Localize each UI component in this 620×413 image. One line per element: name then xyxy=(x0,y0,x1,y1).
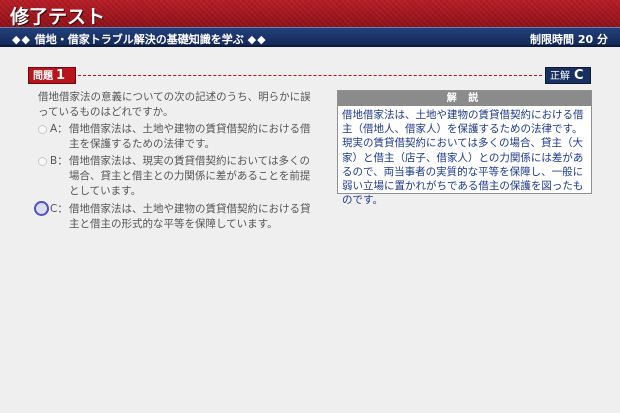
course-name: 借地・借家トラブル解決の基礎知識を学ぶ xyxy=(34,33,244,46)
app-title: 修了テスト xyxy=(10,2,105,29)
answer-value: C xyxy=(574,68,584,83)
choice-b[interactable]: B： 借地借家法は、現実の賃貸借契約においては多くの場合、貸主と借主との力関係に… xyxy=(38,154,320,199)
question-number: 1 xyxy=(56,68,66,83)
diamond-icon-right: ◆◆ xyxy=(247,33,267,46)
choice-text: 借地借家法は、現実の賃貸借契約においては多くの場合、貸主と借主との力関係に差があ… xyxy=(69,155,311,197)
course-bar: ◆◆ 借地・借家トラブル解決の基礎知識を学ぶ ◆◆ 制限時間 20 分 xyxy=(0,27,620,47)
choice-text: 借地借家法は、土地や建物の賃貸借契約における貸主と借主の形式的な平等を保障してい… xyxy=(69,203,311,230)
question-badge: 問題 1 xyxy=(28,67,76,84)
choice-text: 借地借家法は、土地や建物の賃貸借契約における借主を保護するための法律です。 xyxy=(69,123,311,150)
choice-c[interactable]: C： 借地借家法は、土地や建物の賃貸借契約における貸主と借主の形式的な平等を保障… xyxy=(34,201,320,232)
choice-letter: B： xyxy=(50,155,68,167)
title-prefix: 修了 xyxy=(10,6,49,28)
choice-letter: A： xyxy=(50,123,68,135)
answer-badge: 正解 C xyxy=(545,67,591,84)
question-divider xyxy=(78,75,542,76)
title-suffix: テスト xyxy=(48,6,106,28)
answer-label: 正解 xyxy=(550,71,570,82)
explanation-text: 借地借家法は、土地や建物の賃貸借契約における借主（借地人、借家人）を保護するため… xyxy=(342,109,584,207)
explanation-heading: 解 説 xyxy=(338,91,591,106)
title-bar: 修了テスト xyxy=(0,0,620,29)
course-title: ◆◆ 借地・借家トラブル解決の基礎知識を学ぶ ◆◆ xyxy=(12,31,267,47)
radio-c-selected[interactable] xyxy=(34,201,49,216)
time-limit: 制限時間 20 分 xyxy=(530,33,608,46)
question-text: 借地借家法の意義についての次の記述のうち、明らかに誤っているものはどれですか。 xyxy=(38,91,311,118)
radio-a[interactable] xyxy=(38,125,47,134)
diamond-icon-left: ◆◆ xyxy=(12,33,31,46)
question-label: 問題 xyxy=(33,71,53,82)
choice-letter: C： xyxy=(50,203,68,215)
explanation-panel: 解 説 借地借家法は、土地や建物の賃貸借契約における借主（借地人、借家人）を保護… xyxy=(337,90,592,206)
radio-b[interactable] xyxy=(38,157,47,166)
choice-a[interactable]: A： 借地借家法は、土地や建物の賃貸借契約における借主を保護するための法律です。 xyxy=(38,122,320,152)
